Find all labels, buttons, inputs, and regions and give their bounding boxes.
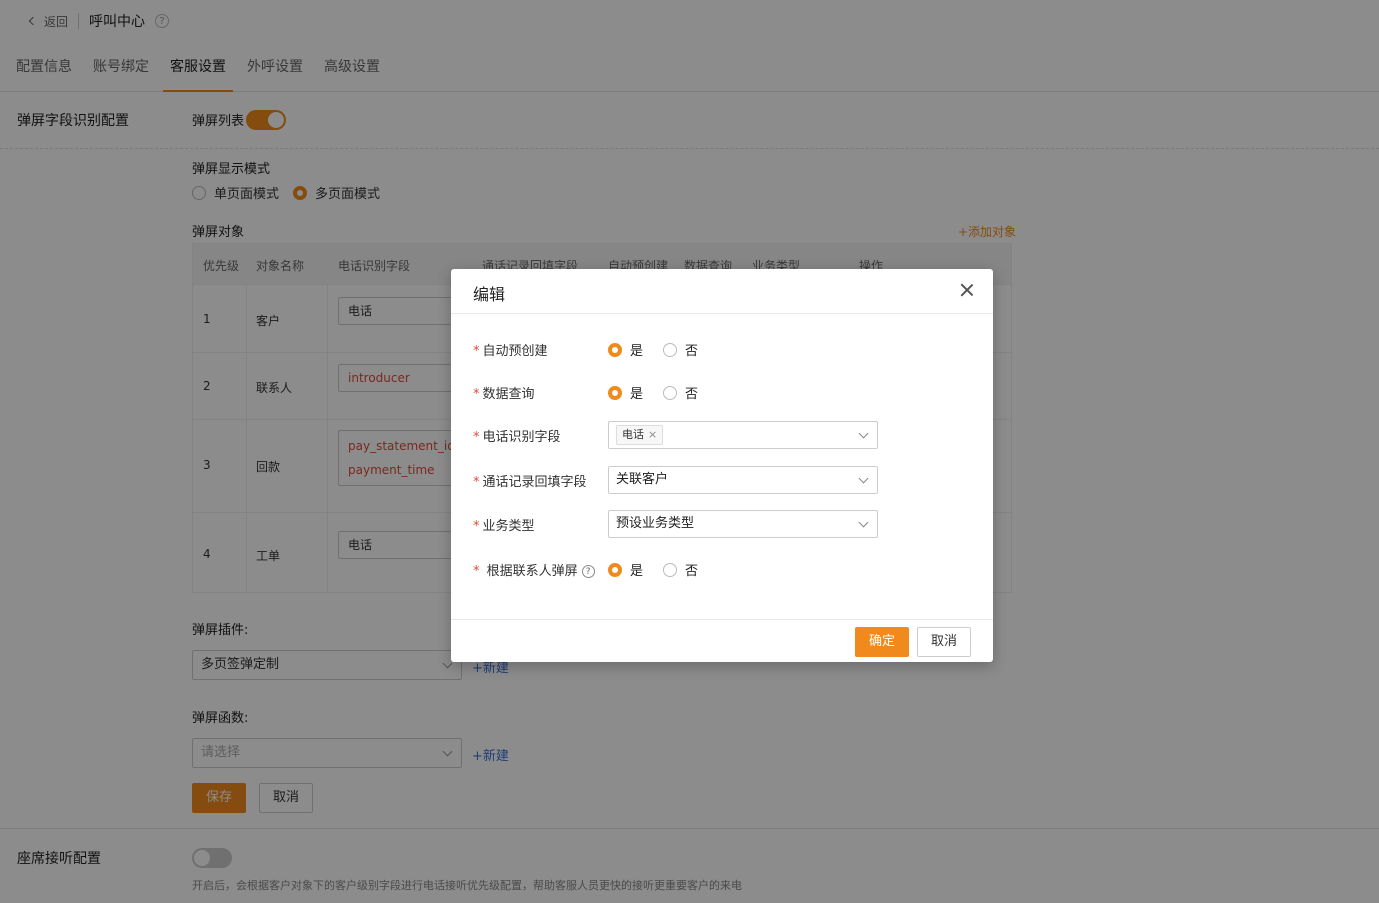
modal-footer: 确定 取消: [451, 619, 993, 662]
label-text: 业务类型: [482, 519, 535, 534]
radio-circle[interactable]: [663, 342, 678, 357]
label-text: 数据查询: [482, 387, 535, 402]
auto-create-radio-group: 是 否: [608, 340, 718, 359]
required-mark: *: [473, 475, 480, 490]
chevron-down-icon: [858, 428, 869, 439]
label-by-contact: * 根据联系人弹屏?: [473, 560, 595, 579]
label-business-type: * 业务类型: [473, 515, 535, 534]
radio-yes[interactable]: 是: [608, 340, 643, 359]
radio-label: 是: [630, 387, 644, 402]
radio-label: 否: [685, 387, 699, 402]
required-mark: *: [473, 519, 480, 534]
radio-circle-checked[interactable]: [608, 562, 622, 577]
chevron-down-icon: [858, 517, 869, 528]
confirm-button[interactable]: 确定: [855, 627, 909, 657]
radio-circle[interactable]: [663, 385, 678, 400]
radio-circle-checked[interactable]: [608, 342, 622, 357]
chevron-down-icon: [858, 473, 869, 484]
select-value: 预设业务类型: [616, 516, 695, 531]
selected-tag: 电话 ×: [616, 425, 664, 445]
radio-no[interactable]: 否: [663, 340, 698, 359]
radio-label: 否: [685, 564, 699, 579]
edit-modal: 编辑 * 自动预创建 是 否 * 数据查询 是 否 * 电话识别字段 电话 × * 通话记…: [451, 269, 993, 662]
callback-field-select[interactable]: 关联客户: [608, 466, 878, 494]
by-contact-radio-group: 是 否: [608, 560, 718, 579]
label-text: 通话记录回填字段: [482, 475, 587, 490]
phone-field-multiselect[interactable]: 电话 ×: [608, 421, 878, 449]
radio-circle[interactable]: [663, 562, 678, 577]
label-text: 电话识别字段: [482, 430, 561, 445]
radio-no[interactable]: 否: [663, 560, 698, 579]
select-value: 关联客户: [616, 472, 669, 487]
tag-label: 电话: [622, 428, 644, 441]
radio-label: 是: [630, 344, 644, 359]
modal-header: 编辑: [451, 269, 993, 314]
help-icon[interactable]: ?: [581, 565, 595, 578]
label-auto-create: * 自动预创建: [473, 340, 548, 359]
radio-no[interactable]: 否: [663, 383, 698, 402]
required-mark: *: [473, 387, 480, 402]
label-phone-field: * 电话识别字段: [473, 426, 561, 445]
radio-circle-checked[interactable]: [608, 385, 622, 400]
label-text: 根据联系人弹屏: [486, 564, 578, 579]
tag-close-icon[interactable]: ×: [648, 426, 657, 444]
radio-label: 是: [630, 564, 644, 579]
radio-yes[interactable]: 是: [608, 560, 643, 579]
modal-cancel-button[interactable]: 取消: [917, 627, 971, 657]
required-mark: *: [473, 564, 480, 579]
radio-label: 否: [685, 344, 699, 359]
required-mark: *: [473, 344, 480, 359]
label-data-query: * 数据查询: [473, 383, 535, 402]
label-text: 自动预创建: [482, 344, 548, 359]
label-callback-field: * 通话记录回填字段: [473, 471, 587, 490]
required-mark: *: [473, 430, 480, 445]
radio-yes[interactable]: 是: [608, 383, 643, 402]
data-query-radio-group: 是 否: [608, 383, 718, 402]
close-icon[interactable]: [959, 282, 975, 298]
business-type-select[interactable]: 预设业务类型: [608, 510, 878, 538]
modal-title: 编辑: [473, 285, 506, 304]
